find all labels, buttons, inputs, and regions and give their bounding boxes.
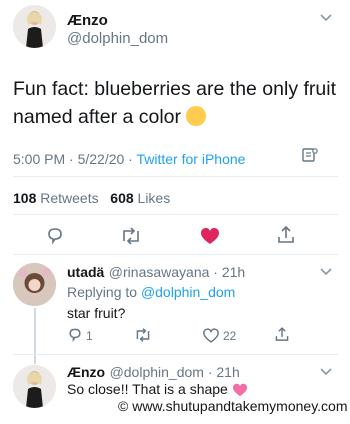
reply-count: 1 (86, 329, 93, 343)
avatar[interactable] (13, 263, 56, 306)
tweet-text-body: Fun fact: blueberries are the only fruit… (13, 78, 336, 128)
likes-label[interactable]: Likes (138, 190, 171, 206)
chevron-down-icon[interactable] (320, 368, 332, 376)
tweet-timestamp[interactable]: 5:00 PM · 5/22/20 · (13, 151, 136, 167)
reply-author-handle[interactable]: @dolphin_dom · 21h (110, 364, 240, 380)
reply-text: star fruit? (67, 305, 126, 321)
retweet-icon[interactable] (134, 327, 152, 343)
reply-icon[interactable] (45, 226, 65, 246)
thread-line (34, 308, 36, 364)
heart-icon[interactable] (200, 227, 220, 245)
divider (13, 214, 338, 215)
reply-author-handle[interactable]: @rinasawayana · 21h (109, 264, 245, 280)
like-count: 22 (223, 329, 237, 343)
divider (13, 254, 338, 255)
avatar[interactable] (13, 5, 56, 48)
share-icon[interactable] (276, 225, 296, 245)
likes-count[interactable]: 608 (110, 190, 133, 206)
replying-to-link[interactable]: @dolphin_dom (141, 284, 235, 300)
retweets-count[interactable]: 108 (13, 190, 36, 206)
heart-outline-icon[interactable] (203, 328, 219, 343)
hugging-face-emoji-icon (186, 106, 207, 126)
tweet-source-link[interactable]: Twitter for iPhone (136, 151, 245, 167)
divider (13, 354, 338, 355)
author-name[interactable]: Ænzo (67, 12, 108, 29)
author-handle[interactable]: @dolphin_dom (67, 30, 168, 47)
sparkling-heart-icon (232, 383, 248, 397)
divider (13, 176, 338, 177)
replying-to: Replying to @dolphin_dom (67, 284, 235, 300)
reply-author-name[interactable]: Ænzo (67, 364, 105, 380)
reply-header: utadä @rinasawayana · 21h (67, 264, 245, 282)
share-icon[interactable] (274, 326, 290, 343)
reply-author-name[interactable]: utadä (67, 264, 104, 280)
tweet-stats: 108 Retweets 608 Likes (13, 190, 170, 206)
watermark: © www.shutupandtakemymoney.com (118, 398, 348, 414)
reply-text: So close!! That is a shape (67, 381, 248, 397)
chevron-down-icon[interactable] (320, 268, 332, 276)
retweets-label[interactable]: Retweets (40, 190, 98, 206)
reply-text-body: So close!! That is a shape (67, 381, 228, 397)
tweet-meta: 5:00 PM · 5/22/20 · Twitter for iPhone (13, 151, 245, 167)
replying-to-prefix: Replying to (67, 284, 141, 300)
avatar[interactable] (13, 365, 56, 408)
tweet-text: Fun fact: blueberries are the only fruit… (13, 75, 343, 131)
reply-header: Ænzo @dolphin_dom · 21h (67, 364, 240, 382)
analytics-icon[interactable] (302, 147, 318, 163)
chevron-down-icon[interactable] (320, 14, 332, 22)
reply-icon[interactable] (67, 327, 83, 343)
retweet-icon[interactable] (120, 226, 142, 246)
